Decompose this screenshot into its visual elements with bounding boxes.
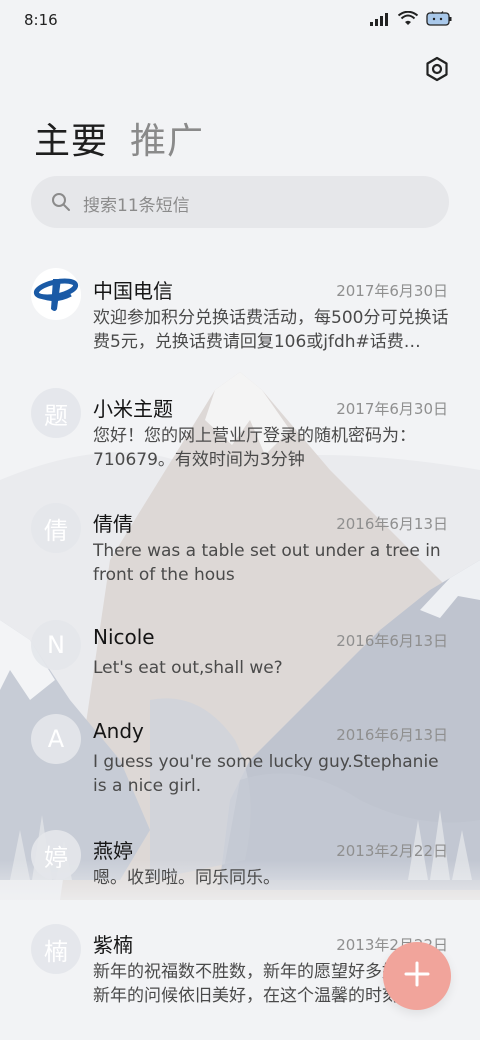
contact-name: 中国电信 xyxy=(93,279,173,303)
search-placeholder: 搜索11条短信 xyxy=(83,196,190,216)
contact-name: 倩倩 xyxy=(93,512,133,536)
battery-icon xyxy=(426,11,452,30)
avatar: N xyxy=(31,620,81,670)
wifi-icon xyxy=(397,10,419,30)
message-date: 2016年6月13日 xyxy=(336,726,448,744)
tab-promotions[interactable]: 推广 xyxy=(130,112,204,164)
search-icon xyxy=(51,192,71,216)
thread-item[interactable]: 倩 倩倩 2016年6月13日 There was a table set ou… xyxy=(0,503,480,613)
contact-name: Nicole xyxy=(93,625,155,649)
china-telecom-logo-icon xyxy=(31,267,81,323)
message-preview: I guess you're some lucky guy.Stephanie … xyxy=(93,752,439,796)
message-date: 2013年2月22日 xyxy=(336,842,448,860)
message-date: 2016年6月13日 xyxy=(336,632,448,650)
message-preview: Let's eat out,shall we? xyxy=(93,658,283,678)
status-bar: 8:16 xyxy=(0,0,480,42)
avatar: 楠 xyxy=(31,924,81,974)
search-bar[interactable]: 搜索11条短信 xyxy=(31,176,449,228)
thread-item[interactable]: A Andy 2016年6月13日 I guess you're some lu… xyxy=(0,714,480,824)
message-date: 2017年6月30日 xyxy=(336,282,448,300)
message-date: 2016年6月13日 xyxy=(336,515,448,533)
avatar: 倩 xyxy=(31,503,81,553)
contact-name: 小米主题 xyxy=(93,397,173,421)
contact-name: Andy xyxy=(93,719,144,743)
thread-item[interactable]: 题 小米主题 2017年6月30日 您好！您的网上营业厅登录的随机密码为：710… xyxy=(0,388,480,498)
message-preview: 欢迎参加积分兑换话费活动，每500分可兑换话费5元，兑换话费请回复106或jfd… xyxy=(93,308,449,352)
category-tabs: 主要 推广 xyxy=(34,112,204,164)
avatar: 题 xyxy=(31,388,81,438)
message-preview: There was a table set out under a tree i… xyxy=(93,541,441,585)
contact-name: 紫楠 xyxy=(93,933,133,957)
message-date: 2017年6月30日 xyxy=(336,400,448,418)
settings-icon xyxy=(424,56,450,86)
signal-icon xyxy=(370,11,390,30)
tab-primary[interactable]: 主要 xyxy=(34,112,108,164)
plus-icon xyxy=(403,960,431,992)
settings-button[interactable] xyxy=(424,56,450,82)
contact-name: 燕婷 xyxy=(93,839,133,863)
compose-button[interactable] xyxy=(383,942,451,1010)
message-preview: 您好！您的网上营业厅登录的随机密码为：710679。有效时间为3分钟 xyxy=(93,426,416,470)
message-preview: 嗯。收到啦。同乐同乐。 xyxy=(93,868,280,888)
avatar: A xyxy=(31,714,81,764)
avatar xyxy=(31,267,81,323)
thread-item[interactable]: 中国电信 2017年6月30日 欢迎参加积分兑换话费活动，每500分可兑换话费5… xyxy=(0,267,480,380)
status-time: 8:16 xyxy=(24,11,58,29)
avatar: 婷 xyxy=(31,830,81,880)
